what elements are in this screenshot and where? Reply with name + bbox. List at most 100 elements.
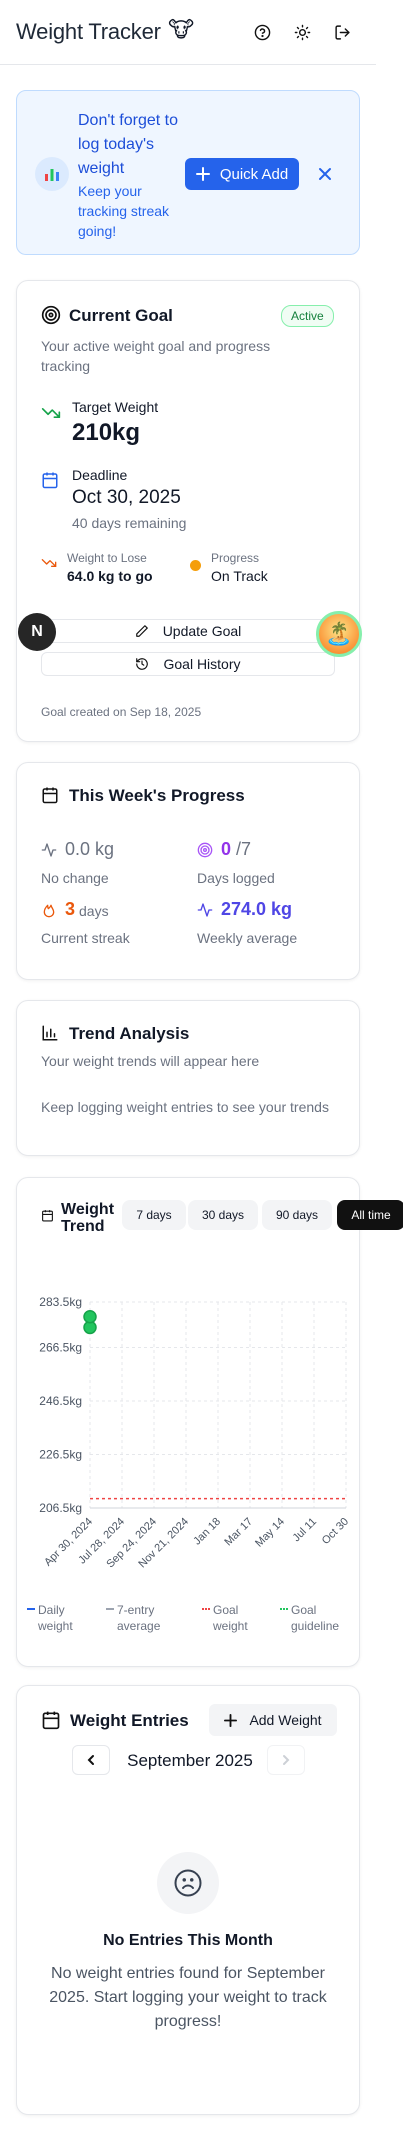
- current-month-label: September 2025: [127, 1751, 253, 1770]
- chevron-right-icon: [283, 1755, 290, 1765]
- trend-analysis-card: Trend Analysis Your weight trends will a…: [16, 1000, 360, 1156]
- activity-icon: [41, 842, 57, 863]
- help-icon[interactable]: [250, 20, 274, 44]
- days-logged-label: Days logged: [197, 870, 275, 886]
- calendar-icon: [41, 471, 59, 494]
- legend-label: 7-entry average: [117, 1603, 161, 1633]
- legend-label: Goal guideline: [291, 1603, 340, 1633]
- range-90-days-button[interactable]: 90 days: [262, 1200, 332, 1230]
- weekly-progress-card: This Week's Progress 0.0 kg No change 0 …: [16, 762, 360, 980]
- progress-status-dot: [190, 560, 201, 571]
- range-7-days-button[interactable]: 7 days: [122, 1200, 186, 1230]
- goal-history-button[interactable]: Goal History: [41, 652, 335, 676]
- island-avatar-icon[interactable]: 🏝️: [316, 611, 362, 657]
- empty-state-message: No weight entries found for September 20…: [49, 1965, 327, 2030]
- y-axis: 283.5kg 266.5kg 246.5kg 226.5kg 206.5kg: [39, 1295, 82, 1515]
- target-weight-label: Target Weight: [72, 399, 159, 415]
- days-remaining: 40 days remaining: [72, 515, 187, 531]
- range-all-time-button[interactable]: All time: [337, 1200, 403, 1230]
- y-tick-label: 283.5kg: [39, 1295, 82, 1309]
- update-goal-label: Update Goal: [162, 623, 242, 639]
- y-tick-label: 226.5kg: [39, 1447, 82, 1461]
- calendar-icon: [41, 1209, 54, 1227]
- target-icon: [41, 305, 61, 330]
- x-tick-label: Mar 17: [222, 1516, 255, 1549]
- next-month-button[interactable]: [267, 1745, 305, 1775]
- legend-swatch: [27, 1608, 35, 1610]
- days-logged-total: /7: [236, 839, 252, 859]
- to-lose-label: Weight to Lose: [67, 551, 147, 565]
- weight-change-label: No change: [41, 870, 109, 886]
- sad-face-icon: [157, 1852, 219, 1914]
- goal-created-date: Goal created on Sep 18, 2025: [41, 705, 202, 719]
- legend-swatch: [202, 1608, 210, 1610]
- calendar-icon: [41, 786, 59, 809]
- weekly-progress-title: This Week's Progress: [69, 786, 245, 805]
- log-reminder-banner: Don't forget to log today's weight Keep …: [16, 90, 360, 255]
- y-tick-label: 206.5kg: [39, 1501, 82, 1515]
- y-tick-label: 246.5kg: [39, 1394, 82, 1408]
- legend-daily-weight: Daily weight: [27, 1602, 78, 1634]
- quick-add-button[interactable]: Quick Add: [185, 158, 299, 190]
- x-tick-label: Jan 18: [191, 1516, 223, 1548]
- plus-icon: [224, 1713, 238, 1727]
- app-emoji-icon: 🐮: [168, 18, 195, 43]
- add-weight-label: Add Weight: [249, 1712, 322, 1728]
- legend-7-entry-average: 7-entry average: [106, 1602, 172, 1634]
- close-icon[interactable]: [316, 165, 334, 183]
- trend-analysis-message: Keep logging weight entries to see your …: [41, 1099, 329, 1115]
- x-tick-label: Jul 11: [290, 1516, 319, 1545]
- trend-analysis-subtitle: Your weight trends will appear here: [41, 1053, 260, 1069]
- goal-history-label: Goal History: [163, 656, 241, 672]
- add-weight-button[interactable]: Add Weight: [209, 1704, 337, 1736]
- to-lose-value: 64.0 kg to go: [67, 568, 153, 584]
- deadline-value: Oct 30, 2025: [72, 487, 181, 508]
- y-tick-label: 266.5kg: [39, 1340, 82, 1354]
- legend-label: Goal weight: [213, 1603, 248, 1633]
- progress-label: Progress: [211, 551, 260, 565]
- avatar[interactable]: N: [18, 613, 56, 651]
- streak-label: Current streak: [41, 930, 130, 946]
- weekly-average-label: Weekly average: [197, 930, 298, 946]
- bar-chart-icon: [41, 1024, 59, 1047]
- quick-add-label: Quick Add: [219, 165, 289, 183]
- weight-change-value: 0.0 kg: [65, 839, 115, 859]
- flame-icon: [41, 902, 57, 923]
- chevron-left-icon: [87, 1755, 94, 1765]
- reminder-title: Don't forget to log today's weight: [78, 112, 178, 177]
- activity-blue-icon: [197, 902, 213, 923]
- previous-month-button[interactable]: [72, 1745, 110, 1775]
- trending-down-icon: [41, 403, 61, 428]
- theme-toggle-sun-icon[interactable]: [290, 20, 314, 44]
- update-goal-button[interactable]: Update Goal: [41, 619, 335, 643]
- range-30-days-button[interactable]: 30 days: [188, 1200, 258, 1230]
- status-badge: Active: [281, 305, 334, 327]
- history-icon: [136, 658, 149, 670]
- x-axis: Apr 30, 2024Jul 28, 2024Sep 24, 2024Nov …: [42, 1507, 351, 1570]
- days-logged-value: 0: [221, 839, 232, 859]
- empty-state-title: No Entries This Month: [103, 1932, 273, 1949]
- app-header: Weight Tracker 🐮: [0, 0, 376, 65]
- legend-label: Daily weight: [38, 1603, 73, 1633]
- streak-unit: days: [79, 903, 109, 919]
- weekly-average-value: 274.0 kg: [221, 899, 293, 919]
- legend-swatch: [106, 1608, 114, 1610]
- plus-icon: [195, 167, 210, 181]
- legend-swatch: [280, 1608, 288, 1610]
- goal-description: Your active weight goal and progress tra…: [41, 338, 271, 374]
- goal-title: Current Goal: [69, 306, 173, 325]
- x-tick-label: Oct 30: [320, 1516, 351, 1547]
- pencil-icon: [135, 625, 148, 637]
- deadline-label: Deadline: [72, 467, 128, 483]
- x-tick-label: May 14: [253, 1516, 287, 1550]
- weight-trend-chart: 283.5kg 266.5kg 246.5kg 226.5kg 206.5kg Apr …: [39, 1295, 351, 1570]
- weight-entries-title: Weight Entries: [70, 1711, 189, 1730]
- chart-series: [83, 1309, 346, 1500]
- legend-goal-weight: Goal weight: [202, 1602, 257, 1634]
- target-weight-value: 210kg: [72, 419, 141, 446]
- chart-grid: [89, 1301, 347, 1509]
- trending-down-orange-icon: [41, 555, 57, 576]
- logout-icon[interactable]: [330, 20, 354, 44]
- trend-analysis-title: Trend Analysis: [69, 1024, 190, 1043]
- daily-weight-point[interactable]: [83, 1309, 97, 1324]
